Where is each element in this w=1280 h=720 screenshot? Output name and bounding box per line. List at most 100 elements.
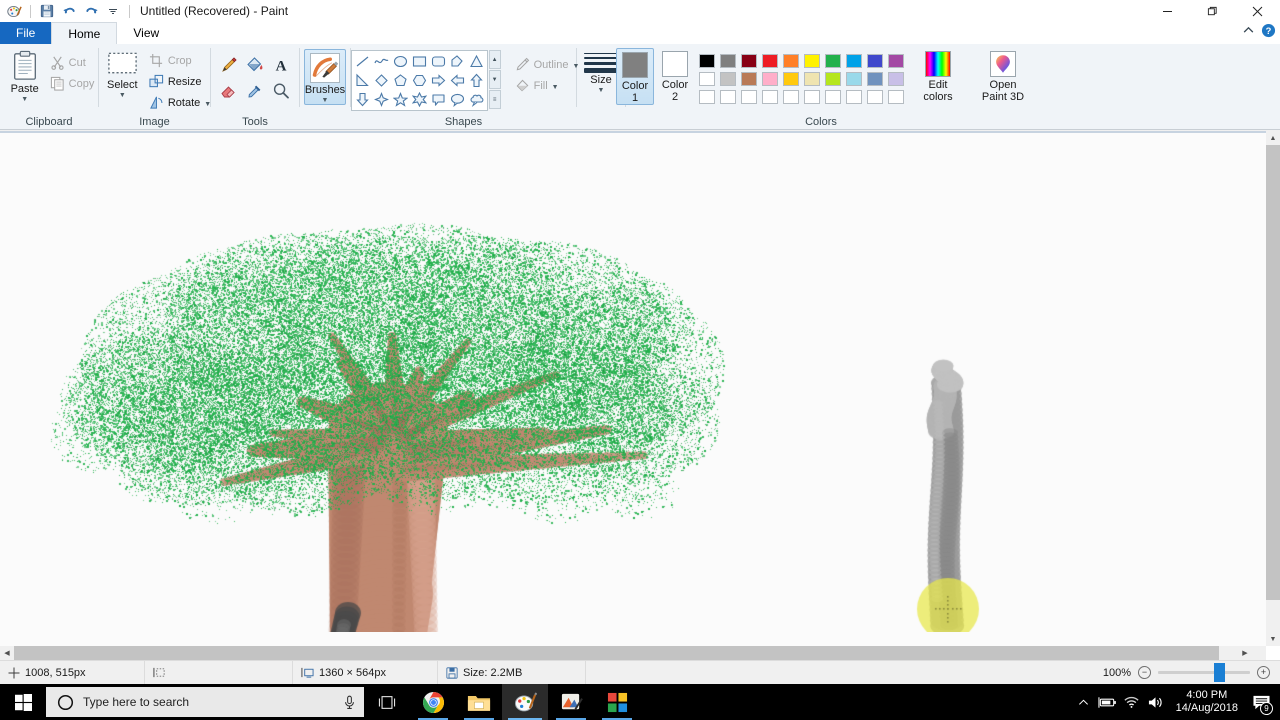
color-1-button[interactable]: Color 1: [616, 48, 654, 105]
vertical-scrollbar[interactable]: ▲ ▼: [1266, 131, 1280, 646]
tab-file[interactable]: File: [0, 22, 52, 44]
shapes-scroll-up-icon[interactable]: ▲: [488, 50, 501, 69]
drawing-canvas[interactable]: [0, 133, 1252, 632]
palette-color-r1-c5[interactable]: [780, 52, 801, 70]
shapes-expand-icon[interactable]: ≡: [488, 90, 501, 109]
taskbar-app-paint[interactable]: [502, 684, 548, 720]
palette-color-r1-c3[interactable]: [738, 52, 759, 70]
scroll-down-icon[interactable]: ▼: [1266, 632, 1280, 646]
vertical-scroll-thumb[interactable]: [1266, 145, 1280, 600]
canvas-viewport[interactable]: [0, 131, 1266, 646]
color-picker-icon[interactable]: [242, 78, 268, 104]
palette-color-r3-c8[interactable]: [843, 88, 864, 106]
close-button[interactable]: [1235, 0, 1280, 22]
taskbar-app-paint-3d[interactable]: [548, 684, 594, 720]
up-arrow-shape[interactable]: [467, 71, 486, 90]
palette-color-r3-c7[interactable]: [822, 88, 843, 106]
palette-color-r1-c10[interactable]: [885, 52, 906, 70]
palette-color-r2-c3[interactable]: [738, 70, 759, 88]
left-arrow-shape[interactable]: [448, 71, 467, 90]
search-input[interactable]: Type here to search: [83, 695, 334, 709]
five-point-star-shape[interactable]: [391, 90, 410, 109]
hexagon-shape[interactable]: [410, 71, 429, 90]
color-2-swatch[interactable]: [662, 51, 688, 77]
brushes-caret-icon[interactable]: ▼: [322, 97, 329, 104]
cloud-callout-shape[interactable]: [467, 90, 486, 109]
palette-color-r1-c9[interactable]: [864, 52, 885, 70]
palette-color-r2-c2[interactable]: [717, 70, 738, 88]
notifications-button[interactable]: 9: [1246, 684, 1276, 720]
rounded-rectangle-shape[interactable]: [429, 52, 448, 71]
right-arrow-shape[interactable]: [429, 71, 448, 90]
clock[interactable]: 4:00 PM 14/Aug/2018: [1168, 689, 1246, 715]
palette-color-r2-c6[interactable]: [801, 70, 822, 88]
redo-icon[interactable]: [81, 1, 101, 21]
palette-color-r2-c4[interactable]: [759, 70, 780, 88]
rotate-button[interactable]: Rotate ▼: [145, 92, 215, 113]
select-button[interactable]: Select ▼: [100, 48, 145, 99]
color-1-swatch[interactable]: [622, 52, 648, 78]
palette-color-r3-c2[interactable]: [717, 88, 738, 106]
search-box[interactable]: Type here to search: [46, 687, 364, 717]
brushes-button[interactable]: Brushes ▼: [304, 49, 346, 105]
edit-colors-button[interactable]: Edit colors: [914, 48, 962, 103]
scroll-left-icon[interactable]: ◀: [0, 646, 14, 660]
palette-color-r2-c7[interactable]: [822, 70, 843, 88]
palette-color-r1-c6[interactable]: [801, 52, 822, 70]
palette-color-r2-c5[interactable]: [780, 70, 801, 88]
paste-caret-icon[interactable]: ▼: [21, 96, 28, 103]
volume-icon[interactable]: [1144, 684, 1168, 720]
zoom-slider-thumb[interactable]: [1214, 663, 1225, 682]
resize-button[interactable]: Resize: [145, 71, 215, 92]
battery-icon[interactable]: [1096, 684, 1120, 720]
horizontal-scrollbar[interactable]: ◀ ▶: [0, 646, 1266, 660]
diamond-shape[interactable]: [372, 71, 391, 90]
palette-color-r1-c2[interactable]: [717, 52, 738, 70]
zoom-slider-track[interactable]: [1158, 663, 1250, 682]
fill-with-color-icon[interactable]: [242, 52, 268, 78]
copy-button[interactable]: Copy: [46, 73, 99, 94]
palette-color-r3-c4[interactable]: [759, 88, 780, 106]
oval-callout-shape[interactable]: [448, 90, 467, 109]
tab-view[interactable]: View: [117, 22, 175, 44]
eraser-icon[interactable]: [216, 78, 242, 104]
palette-color-r2-c1[interactable]: [696, 70, 717, 88]
palette-color-r3-c5[interactable]: [780, 88, 801, 106]
palette-color-r3-c1[interactable]: [696, 88, 717, 106]
shapes-scroll-down-icon[interactable]: ▼: [488, 70, 501, 89]
help-icon[interactable]: ?: [1261, 23, 1276, 43]
rounded-callout-shape[interactable]: [429, 90, 448, 109]
crop-button[interactable]: Crop: [145, 50, 215, 71]
rectangle-shape[interactable]: [410, 52, 429, 71]
palette-color-r1-c7[interactable]: [822, 52, 843, 70]
paint-icon[interactable]: [4, 1, 24, 21]
undo-icon[interactable]: [59, 1, 79, 21]
horizontal-scroll-thumb[interactable]: [14, 646, 1219, 660]
fill-caret-icon[interactable]: ▼: [552, 84, 559, 91]
paste-button[interactable]: Paste ▼: [4, 48, 46, 103]
minimize-button[interactable]: [1145, 0, 1190, 22]
down-arrow-shape[interactable]: [353, 90, 372, 109]
taskbar-app-microsoft-store[interactable]: [594, 684, 640, 720]
save-icon[interactable]: [37, 1, 57, 21]
taskbar-app-chrome[interactable]: [410, 684, 456, 720]
palette-color-r3-c10[interactable]: [885, 88, 906, 106]
open-paint-3d-button[interactable]: Open Paint 3D: [974, 48, 1032, 103]
right-triangle-shape[interactable]: [353, 71, 372, 90]
fill-button[interactable]: Fill ▼: [511, 75, 584, 96]
size-caret-icon[interactable]: ▼: [598, 87, 605, 94]
palette-color-r3-c6[interactable]: [801, 88, 822, 106]
line-shape[interactable]: [353, 52, 372, 71]
pentagon-shape[interactable]: [391, 71, 410, 90]
wifi-icon[interactable]: [1120, 684, 1144, 720]
task-view-button[interactable]: [364, 684, 410, 720]
zoom-in-button[interactable]: +: [1257, 666, 1270, 679]
palette-color-r3-c3[interactable]: [738, 88, 759, 106]
pencil-icon[interactable]: [216, 52, 242, 78]
outline-button[interactable]: Outline ▼: [511, 54, 584, 75]
palette-color-r1-c1[interactable]: [696, 52, 717, 70]
triangle-shape[interactable]: [467, 52, 486, 71]
six-point-star-shape[interactable]: [410, 90, 429, 109]
color-2-button[interactable]: Color 2: [656, 48, 694, 103]
palette-color-r1-c4[interactable]: [759, 52, 780, 70]
